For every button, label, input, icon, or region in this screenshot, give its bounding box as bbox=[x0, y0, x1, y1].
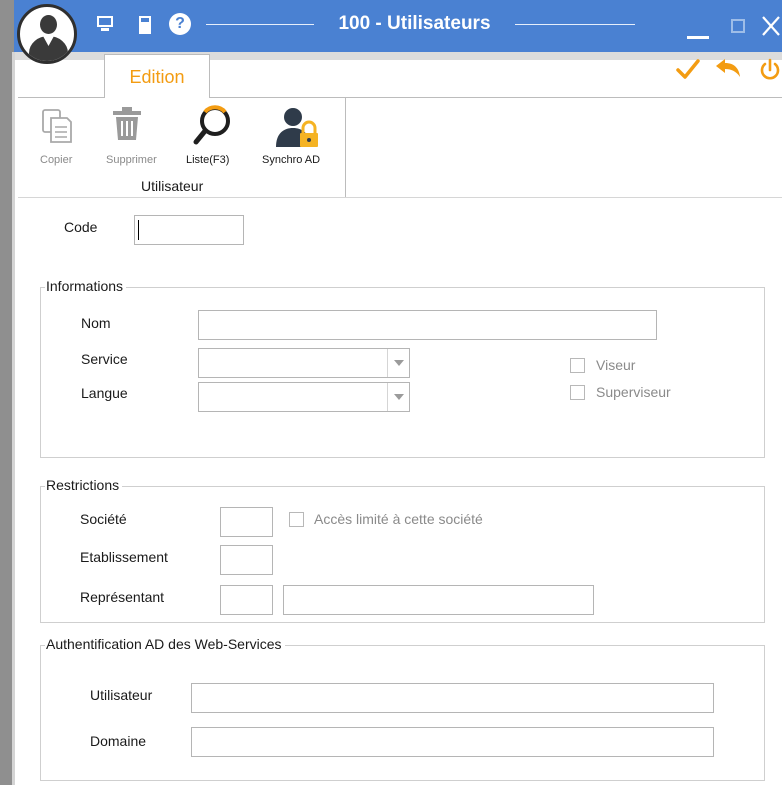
acces-limite-checkbox[interactable] bbox=[289, 512, 304, 527]
list-button[interactable]: Liste(F3) bbox=[186, 154, 229, 166]
search-icon[interactable] bbox=[190, 104, 232, 148]
tab-edition[interactable]: Edition bbox=[104, 54, 210, 98]
power-glyph bbox=[760, 58, 780, 80]
nom-input[interactable] bbox=[198, 310, 657, 340]
calculator-body bbox=[139, 16, 151, 34]
minimize-icon[interactable] bbox=[687, 36, 709, 39]
superviseur-checkbox[interactable] bbox=[570, 385, 585, 400]
undo-glyph bbox=[716, 59, 740, 77]
ribbon-bottom-border bbox=[18, 197, 782, 198]
close-icon[interactable] bbox=[760, 9, 782, 39]
superviseur-label: Superviseur bbox=[596, 384, 671, 400]
sync-ad-button[interactable]: Synchro AD bbox=[262, 154, 320, 166]
monitor-screen bbox=[97, 16, 113, 27]
nom-label: Nom bbox=[81, 315, 111, 331]
code-label: Code bbox=[64, 219, 98, 235]
representant-label: Représentant bbox=[80, 589, 165, 605]
auth-group bbox=[40, 645, 765, 781]
utilisateur-label: Utilisateur bbox=[90, 687, 153, 703]
service-select[interactable] bbox=[198, 348, 410, 378]
chevron-down-icon[interactable] bbox=[387, 383, 409, 411]
etablissement-label: Etablissement bbox=[80, 549, 168, 565]
user-avatar-icon[interactable] bbox=[17, 4, 77, 64]
auth-legend: Authentification AD des Web-Services bbox=[45, 636, 285, 652]
title-decoration-left bbox=[206, 24, 314, 25]
close-glyph bbox=[762, 16, 780, 36]
delete-button[interactable]: Supprimer bbox=[106, 154, 157, 166]
etablissement-input[interactable] bbox=[220, 545, 273, 575]
power-icon[interactable] bbox=[758, 58, 782, 82]
restrictions-legend: Restrictions bbox=[45, 477, 123, 493]
informations-legend: Informations bbox=[45, 278, 127, 294]
chevron-down-icon[interactable] bbox=[387, 349, 409, 377]
copy-button[interactable]: Copier bbox=[40, 154, 72, 166]
copy-glyph bbox=[42, 109, 72, 143]
trash-glyph bbox=[113, 107, 141, 140]
representant-name-input[interactable] bbox=[283, 585, 594, 615]
avatar-head bbox=[40, 15, 57, 34]
text-caret bbox=[138, 220, 139, 240]
window-left-border bbox=[12, 52, 15, 785]
window-title: 100 - Utilisateurs bbox=[338, 13, 491, 34]
copy-icon[interactable] bbox=[40, 108, 74, 144]
check-glyph bbox=[676, 59, 700, 79]
langue-select[interactable] bbox=[198, 382, 410, 412]
code-input[interactable] bbox=[134, 215, 244, 245]
undo-icon[interactable] bbox=[714, 58, 742, 87]
search-glyph bbox=[193, 105, 230, 145]
calculator-icon[interactable] bbox=[135, 14, 155, 36]
calculator-screen bbox=[141, 18, 149, 22]
viseur-checkbox[interactable] bbox=[570, 358, 585, 373]
societe-input[interactable] bbox=[220, 507, 273, 537]
utilisateur-input[interactable] bbox=[191, 683, 714, 713]
domaine-input[interactable] bbox=[191, 727, 714, 757]
ribbon-group-label: Utilisateur bbox=[141, 178, 204, 194]
trash-icon[interactable] bbox=[111, 106, 143, 142]
user-lock-glyph bbox=[276, 108, 318, 147]
representant-code-input[interactable] bbox=[220, 585, 273, 615]
check-icon[interactable] bbox=[675, 56, 701, 87]
monitor-icon[interactable] bbox=[95, 14, 115, 36]
societe-label: Société bbox=[80, 511, 127, 527]
service-label: Service bbox=[81, 351, 128, 367]
help-icon[interactable]: ? bbox=[169, 13, 191, 35]
monitor-stand bbox=[101, 28, 109, 31]
maximize-icon[interactable] bbox=[731, 19, 745, 33]
domaine-label: Domaine bbox=[90, 733, 147, 749]
user-lock-icon[interactable] bbox=[274, 105, 322, 149]
title-decoration-right bbox=[515, 24, 635, 25]
langue-label: Langue bbox=[81, 385, 128, 401]
viseur-label: Viseur bbox=[596, 357, 636, 373]
acces-limite-label: Accès limité à cette société bbox=[314, 511, 483, 527]
